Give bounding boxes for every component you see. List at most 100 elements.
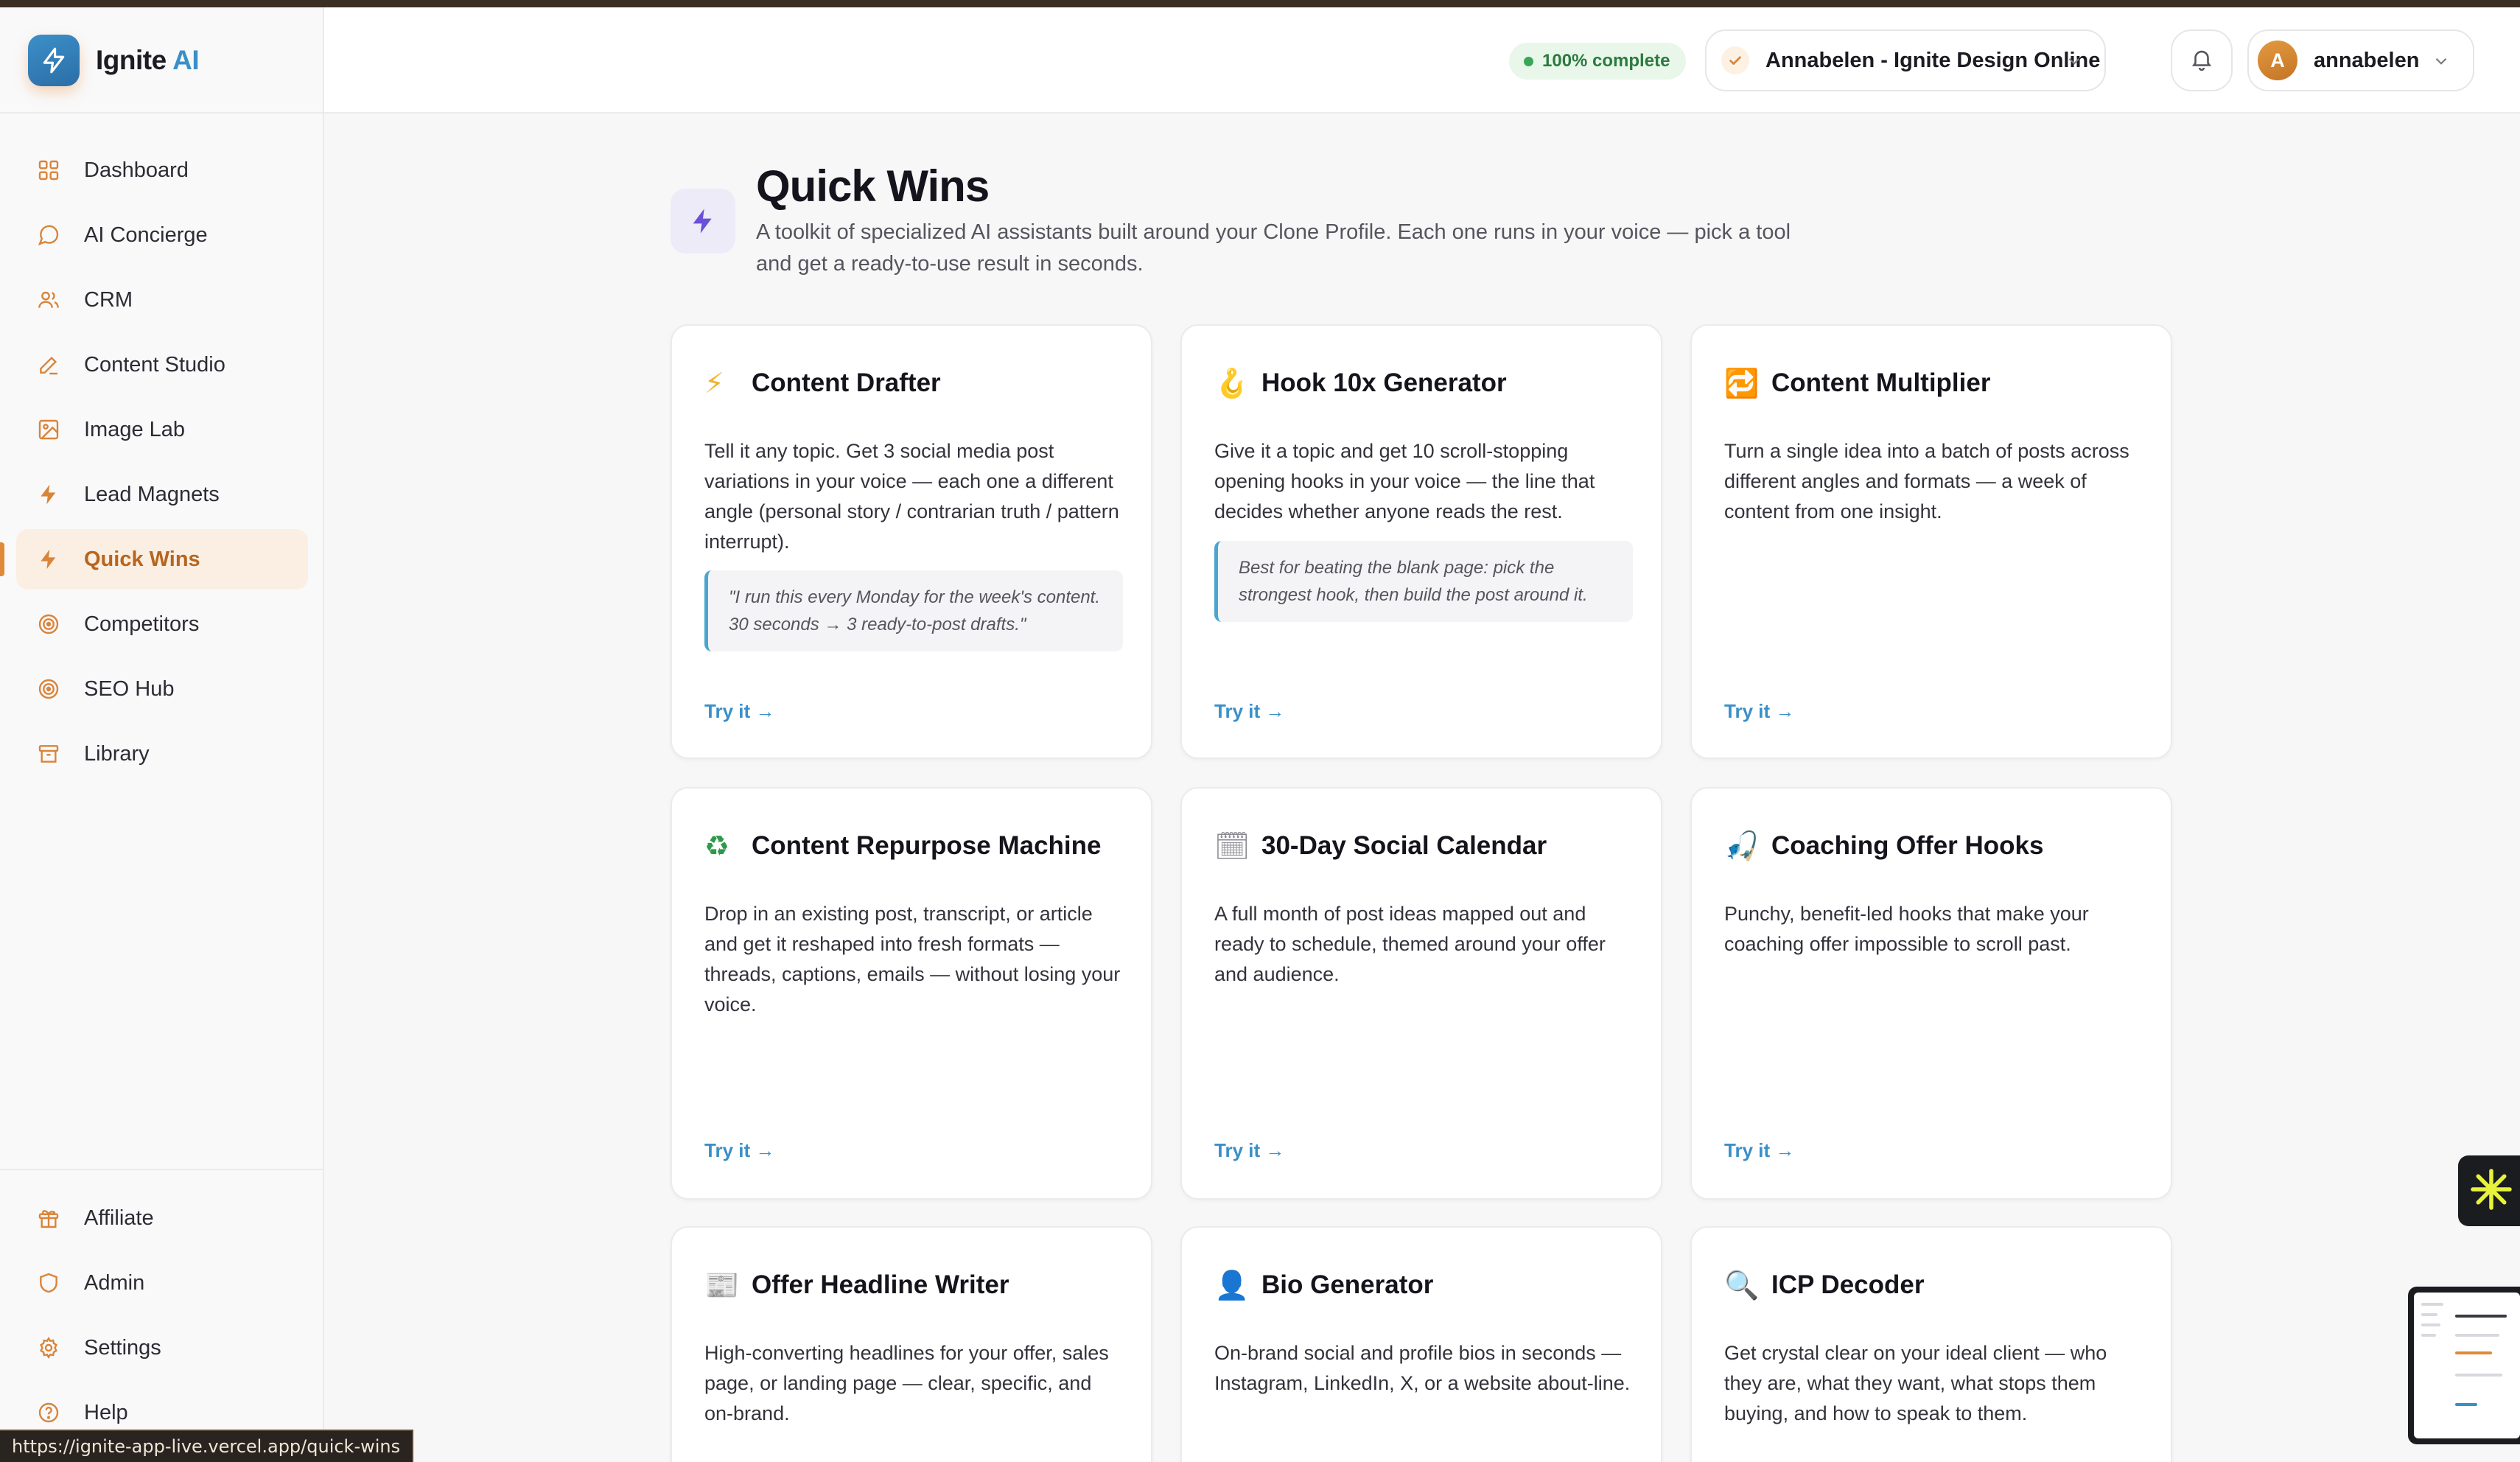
person-emoji-icon: 👤 xyxy=(1214,1269,1250,1301)
card-testimonial: "I run this every Monday for the week's … xyxy=(704,570,1123,651)
sidebar-item-affiliate[interactable]: Affiliate xyxy=(16,1188,308,1248)
sparkle-icon xyxy=(2469,1167,2513,1215)
card-description: Drop in an existing post, transcript, or… xyxy=(704,903,1121,1015)
top-header: 100% complete Annabelen - Ignite Design … xyxy=(324,7,2520,113)
sidebar-item-label: Settings xyxy=(84,1335,161,1360)
sidebar-item-label: Dashboard xyxy=(84,158,189,182)
card-tip: Best for beating the blank page: pick th… xyxy=(1214,541,1633,622)
bolt-icon xyxy=(35,546,62,573)
sidebar-item-label: Library xyxy=(84,741,150,766)
preview-content xyxy=(2414,1293,2520,1438)
card-title: ICP Decoder xyxy=(1771,1270,1925,1299)
sidebar-item-lead-magnets[interactable]: Lead Magnets xyxy=(16,464,308,525)
tool-card-icp-decoder[interactable]: 🔍 ICP Decoder Get crystal clear on your … xyxy=(1690,1226,2172,1462)
sidebar-item-label: CRM xyxy=(84,287,133,312)
users-icon xyxy=(35,287,62,313)
workspace-name: Annabelen - Ignite Design Online xyxy=(1765,48,2101,72)
screen-preview-thumbnail[interactable] xyxy=(2408,1287,2520,1444)
try-it-link[interactable]: Try it → xyxy=(704,1139,774,1162)
card-title: Coaching Offer Hooks xyxy=(1771,831,2044,860)
sidebar-item-settings[interactable]: Settings xyxy=(16,1318,308,1378)
profile-progress-badge[interactable]: 100% complete xyxy=(1509,43,1687,80)
sidebar-nav: Dashboard AI Concierge CRM Content Studi… xyxy=(0,140,324,788)
assistant-launcher-button[interactable] xyxy=(2458,1155,2520,1226)
bell-icon xyxy=(2189,46,2214,75)
try-it-link[interactable]: Try it → xyxy=(704,700,774,723)
sidebar-item-admin[interactable]: Admin xyxy=(16,1253,308,1313)
user-menu-button[interactable]: A annabelen xyxy=(2247,29,2474,91)
sidebar-item-content-studio[interactable]: Content Studio xyxy=(16,335,308,395)
sidebar-item-image-lab[interactable]: Image Lab xyxy=(16,399,308,460)
help-circle-icon xyxy=(35,1399,62,1426)
sidebar-item-seo-hub[interactable]: SEO Hub xyxy=(16,659,308,719)
sidebar-item-dashboard[interactable]: Dashboard xyxy=(16,140,308,200)
repeat-emoji-icon: 🔁 xyxy=(1724,367,1760,399)
status-bar-url: https://ignite-app-live.vercel.app/quick… xyxy=(0,1430,414,1462)
divider xyxy=(0,112,324,113)
recycle-emoji-icon: ♻ xyxy=(704,830,730,862)
pencil-icon xyxy=(35,351,62,378)
newspaper-emoji-icon: 📰 xyxy=(704,1269,740,1301)
window-top-bar xyxy=(0,0,2520,7)
try-it-link[interactable]: Try it → xyxy=(1214,1139,1284,1162)
tool-card-bio-generator[interactable]: 👤 Bio Generator On-brand social and prof… xyxy=(1180,1226,1662,1462)
sidebar-item-quick-wins[interactable]: Quick Wins xyxy=(0,529,308,590)
notifications-button[interactable] xyxy=(2171,29,2233,91)
sidebar-item-label: Content Studio xyxy=(84,352,225,377)
card-description: A full month of post ideas mapped out an… xyxy=(1214,903,1606,985)
sidebar-item-label: Competitors xyxy=(84,612,200,636)
sidebar-item-crm[interactable]: CRM xyxy=(16,270,308,330)
bolt-icon xyxy=(671,189,735,253)
archive-icon xyxy=(35,741,62,767)
card-title: Hook 10x Generator xyxy=(1261,368,1507,397)
user-name: annabelen xyxy=(2314,48,2420,72)
fishing-pole-emoji-icon: 🎣 xyxy=(1724,830,1760,862)
sidebar: Ignite AI Dashboard AI Concierge CRM Con… xyxy=(0,7,324,1462)
brand-name-main: Ignite xyxy=(96,45,167,75)
card-title: Content Drafter xyxy=(752,368,941,397)
lightning-emoji-icon: ⚡ xyxy=(704,367,724,399)
card-description: High-converting headlines for your offer… xyxy=(704,1342,1109,1424)
bolt-logo-icon xyxy=(28,35,80,86)
sidebar-item-competitors[interactable]: Competitors xyxy=(16,594,308,654)
tool-card-content-repurpose-machine[interactable]: ♻ Content Repurpose Machine Drop in an e… xyxy=(671,787,1152,1200)
try-it-link[interactable]: Try it → xyxy=(1724,1139,1794,1162)
sidebar-item-library[interactable]: Library xyxy=(16,724,308,784)
card-title: Content Multiplier xyxy=(1771,368,1991,397)
status-dot xyxy=(1524,56,1533,66)
card-title: Bio Generator xyxy=(1261,1270,1434,1299)
workspace-switcher[interactable]: Annabelen - Ignite Design Online xyxy=(1705,29,2106,91)
brand-name: Ignite AI xyxy=(96,45,200,76)
brand[interactable]: Ignite AI xyxy=(28,34,200,87)
tool-card-content-multiplier[interactable]: 🔁 Content Multiplier Turn a single idea … xyxy=(1690,324,2172,759)
tool-card-coaching-offer-hooks[interactable]: 🎣 Coaching Offer Hooks Punchy, benefit-l… xyxy=(1690,787,2172,1200)
tool-card-30-day-social-calendar[interactable]: 🗓 30-Day Social Calendar A full month of… xyxy=(1180,787,1662,1200)
shield-icon xyxy=(35,1270,62,1296)
bolt-icon xyxy=(35,481,62,508)
card-title: Content Repurpose Machine xyxy=(752,831,1102,860)
card-title: 30-Day Social Calendar xyxy=(1261,831,1547,860)
card-description: Give it a topic and get 10 scroll-stoppi… xyxy=(1214,440,1595,522)
page-title: Quick Wins xyxy=(756,161,990,211)
chat-bubble-icon xyxy=(35,222,62,248)
card-description: Tell it any topic. Get 3 social media po… xyxy=(704,440,1119,553)
sidebar-item-label: SEO Hub xyxy=(84,676,175,701)
chevron-down-icon xyxy=(2432,52,2451,74)
sidebar-item-label: Lead Magnets xyxy=(84,482,220,506)
page-description: A toolkit of specialized AI assistants b… xyxy=(756,220,1791,276)
sidebar-item-ai-concierge[interactable]: AI Concierge xyxy=(16,205,308,265)
target-icon xyxy=(35,676,62,702)
avatar: A xyxy=(2258,41,2297,80)
try-it-link[interactable]: Try it → xyxy=(1724,700,1794,723)
tool-card-content-drafter[interactable]: ⚡ Content Drafter Tell it any topic. Get… xyxy=(671,324,1152,759)
try-it-link[interactable]: Try it → xyxy=(1214,700,1284,723)
sidebar-item-label: Help xyxy=(84,1400,128,1424)
card-description: On-brand social and profile bios in seco… xyxy=(1214,1342,1631,1394)
tool-card-hook-10x-generator[interactable]: 🪝 Hook 10x Generator Give it a topic and… xyxy=(1180,324,1662,759)
tool-card-offer-headline-writer[interactable]: 📰 Offer Headline Writer High-converting … xyxy=(671,1226,1152,1462)
chevron-down-icon xyxy=(2065,52,2084,74)
progress-label: 100% complete xyxy=(1542,51,1670,71)
sidebar-item-label: AI Concierge xyxy=(84,223,208,247)
sidebar-bottom-nav: Affiliate Admin Settings Help xyxy=(0,1188,324,1447)
sidebar-item-label: Admin xyxy=(84,1270,145,1295)
